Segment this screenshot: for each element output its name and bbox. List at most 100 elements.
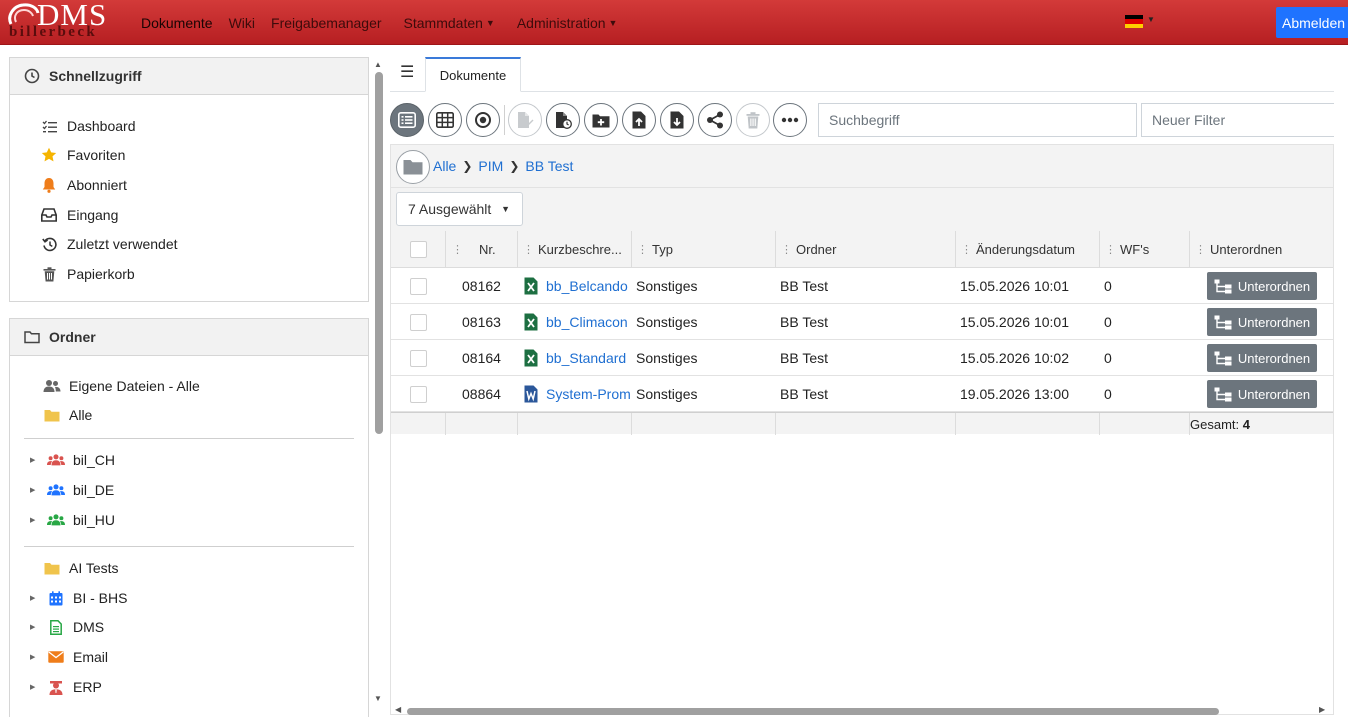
table-row[interactable]: 08164 bb_Standard Sonstiges BB Test 15.0…	[391, 340, 1333, 376]
cell-datum: 15.05.2026 10:02	[960, 350, 1069, 366]
scroll-down-icon[interactable]: ▼	[374, 694, 382, 703]
table-row[interactable]: 08162 bb_Belcando Sonstiges BB Test 15.0…	[391, 268, 1333, 304]
quick-item-dashboard[interactable]: Dashboard	[40, 117, 136, 135]
tab-dokumente[interactable]: Dokumente	[425, 57, 521, 92]
select-all-checkbox[interactable]	[409, 241, 427, 258]
language-caret-icon[interactable]: ▼	[1147, 15, 1155, 24]
scroll-left-icon[interactable]: ◀	[395, 705, 401, 714]
breadcrumb-item[interactable]: BB Test	[525, 158, 573, 174]
tree-item-bi-bhs[interactable]: ▶ BI - BHS	[30, 590, 127, 606]
folder-button[interactable]	[396, 150, 430, 184]
tree-item-dms[interactable]: ▶ DMS	[30, 619, 104, 635]
caret-right-icon[interactable]: ▶	[30, 516, 40, 524]
table-row[interactable]: 08864 System-Prom Sonstiges BB Test 19.0…	[391, 376, 1333, 412]
header-unterordnen[interactable]: ⋮ Unterordnen	[1190, 231, 1333, 268]
scroll-up-icon[interactable]: ▲	[374, 60, 382, 69]
quick-access-header[interactable]: Schnellzugriff	[10, 58, 368, 95]
quick-item-abonniert[interactable]: Abonniert	[40, 176, 127, 194]
nav-wiki[interactable]: Wiki	[229, 15, 255, 31]
tree-item-eigene-dateien[interactable]: Eigene Dateien - Alle	[43, 378, 200, 394]
header-aenderungsdatum[interactable]: ⋮ Änderungsdatum	[956, 231, 1100, 268]
nav-administration[interactable]: Administration ▼	[517, 15, 618, 31]
folders-header[interactable]: Ordner	[10, 319, 368, 356]
list-view-button[interactable]	[390, 103, 424, 137]
breadcrumb-item[interactable]: PIM	[478, 158, 503, 174]
horizontal-scrollbar[interactable]: ◀ ▶	[393, 705, 1333, 717]
logo[interactable]: DMS billerbeck	[7, 0, 125, 42]
quick-item-eingang[interactable]: Eingang	[40, 206, 118, 224]
row-checkbox[interactable]	[410, 349, 427, 367]
row-checkbox[interactable]	[410, 277, 427, 295]
new-folder-button[interactable]	[584, 103, 618, 137]
download-button[interactable]	[660, 103, 694, 137]
nav-stammdaten[interactable]: Stammdaten ▼	[404, 15, 495, 31]
scroll-right-icon[interactable]: ▶	[1319, 705, 1325, 714]
tree-item-erp[interactable]: ▶ ERP	[30, 679, 102, 695]
cell-name: System-Prom	[524, 376, 630, 412]
preview-button[interactable]	[466, 103, 500, 137]
tree-item-bil-ch[interactable]: ▶ bil_CH	[30, 452, 115, 468]
header-typ[interactable]: ⋮ Typ	[632, 231, 776, 268]
drag-handle-icon[interactable]: ⋮	[1105, 243, 1116, 256]
caret-right-icon[interactable]: ▶	[30, 623, 40, 631]
filter-input[interactable]	[1141, 103, 1334, 137]
header-nr[interactable]: ⋮ Nr.	[446, 231, 518, 268]
document-link[interactable]: bb_Climacon	[546, 314, 628, 330]
unterordnen-button[interactable]: Unterordnen	[1207, 308, 1317, 336]
drag-handle-icon[interactable]: ⋮	[781, 243, 792, 256]
row-checkbox[interactable]	[410, 385, 427, 403]
nav-dokumente[interactable]: Dokumente	[141, 15, 213, 31]
hamburger-icon[interactable]: ☰	[400, 62, 414, 82]
selection-dropdown[interactable]: 7 Ausgewählt ▼	[396, 192, 523, 226]
drag-handle-icon[interactable]: ⋮	[452, 243, 463, 256]
document-link[interactable]: bb_Standard	[546, 350, 626, 366]
more-actions-button[interactable]	[773, 103, 807, 137]
edit-document-button[interactable]	[508, 103, 542, 137]
drag-handle-icon[interactable]: ⋮	[1195, 243, 1206, 256]
document-link[interactable]: System-Prom	[546, 386, 630, 402]
caret-right-icon[interactable]: ▶	[30, 486, 40, 494]
table-row[interactable]: 08163 bb_Climacon Sonstiges BB Test 15.0…	[391, 304, 1333, 340]
tree-item-bil-de[interactable]: ▶ bil_DE	[30, 482, 114, 498]
main-nav: Dokumente Wiki Freigabemanager Stammdate…	[141, 0, 633, 45]
drag-handle-icon[interactable]: ⋮	[523, 243, 534, 256]
language-flag-icon[interactable]	[1125, 15, 1143, 28]
excel-file-icon	[524, 349, 538, 367]
scrollbar-thumb[interactable]	[407, 708, 1219, 715]
tree-item-alle[interactable]: Alle	[43, 407, 92, 423]
unterordnen-button[interactable]: Unterordnen	[1207, 344, 1317, 372]
delete-button[interactable]	[736, 103, 770, 137]
grid-view-button[interactable]	[428, 103, 462, 137]
header-wfs[interactable]: ⋮ WF's	[1100, 231, 1190, 268]
drag-handle-icon[interactable]: ⋮	[637, 243, 648, 256]
unterordnen-button[interactable]: Unterordnen	[1207, 272, 1317, 300]
search-input[interactable]	[818, 103, 1137, 137]
scrollbar-thumb[interactable]	[375, 72, 383, 434]
header-kurzbeschreibung[interactable]: ⋮ Kurzbeschre...	[518, 231, 632, 268]
unterordnen-button[interactable]: Unterordnen	[1207, 380, 1317, 408]
breadcrumb-item[interactable]: Alle	[433, 158, 456, 174]
quick-item-papierkorb[interactable]: Papierkorb	[40, 265, 135, 283]
left-scrollbar[interactable]: ▲ ▼	[372, 58, 386, 708]
upload-button[interactable]	[622, 103, 656, 137]
share-button[interactable]	[698, 103, 732, 137]
logout-button[interactable]: Abmelden	[1276, 7, 1348, 38]
header-ordner[interactable]: ⋮ Ordner	[776, 231, 956, 268]
drag-handle-icon[interactable]: ⋮	[961, 243, 972, 256]
check-document-button[interactable]	[546, 103, 580, 137]
cell-name: bb_Belcando	[524, 268, 630, 304]
quick-access-title: Schnellzugriff	[49, 68, 142, 84]
caret-right-icon[interactable]: ▶	[30, 594, 40, 602]
quick-item-favoriten[interactable]: Favoriten	[40, 146, 125, 164]
breadcrumb: Alle ❯ PIM ❯ BB Test	[433, 158, 573, 174]
document-link[interactable]: bb_Belcando	[546, 278, 628, 294]
row-checkbox[interactable]	[410, 313, 427, 331]
tree-item-ai-tests[interactable]: AI Tests	[43, 560, 119, 576]
caret-right-icon[interactable]: ▶	[30, 456, 40, 464]
tree-item-bil-hu[interactable]: ▶ bil_HU	[30, 512, 115, 528]
caret-right-icon[interactable]: ▶	[30, 653, 40, 661]
nav-freigabemanager[interactable]: Freigabemanager	[271, 15, 382, 31]
quick-item-zuletzt[interactable]: Zuletzt verwendet	[40, 235, 178, 253]
tree-item-email[interactable]: ▶ Email	[30, 649, 108, 665]
caret-right-icon[interactable]: ▶	[30, 683, 40, 691]
